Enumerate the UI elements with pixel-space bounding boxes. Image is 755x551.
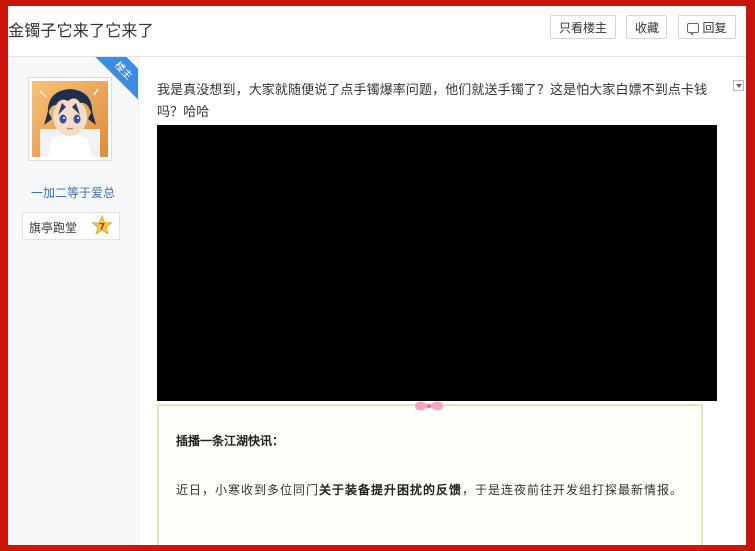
post-header: 金镯子它来了它来了 只看楼主 收藏 回复	[8, 6, 746, 57]
thread-title: 金镯子它来了它来了	[8, 21, 154, 40]
post-frame: 金镯子它来了它来了 只看楼主 收藏 回复 楼主 一加二等于爱总 旗亭跑堂 7 我…	[8, 6, 746, 545]
news-body-suffix: ，于是连夜前往开发组打探最新情报。	[462, 483, 684, 497]
author-rank: 旗亭跑堂 7	[22, 212, 120, 240]
news-body-prefix: 近日，小寒收到多位同门	[176, 483, 320, 497]
rank-title: 旗亭跑堂	[29, 221, 78, 235]
level-number: 7	[99, 223, 105, 233]
collapse-dropdown-icon[interactable]	[733, 80, 744, 91]
reply-button[interactable]: 回复	[678, 15, 736, 39]
reply-label: 回复	[702, 21, 727, 35]
avatar-image	[32, 81, 108, 157]
reply-icon	[687, 23, 700, 36]
level-star-icon: 7	[91, 215, 113, 235]
bow-decoration-icon	[415, 401, 443, 411]
favorite-button[interactable]: 收藏	[626, 15, 667, 39]
author-sidebar: 楼主 一加二等于爱总 旗亭跑堂 7	[8, 57, 139, 545]
only-author-button[interactable]: 只看楼主	[550, 15, 616, 39]
author-username[interactable]: 一加二等于爱总	[8, 184, 138, 201]
avatar[interactable]	[28, 77, 112, 161]
post-body-text: 我是真没想到，大家就随便说了点手镯爆率问题，他们就送手镯了？这是怕大家白嫖不到点…	[157, 83, 708, 120]
author-badge-label: 楼主	[111, 60, 134, 83]
news-body-bold: 关于装备提升困扰的反馈	[319, 483, 463, 497]
news-card: 插播一条江湖快讯： 近日，小寒收到多位同门关于装备提升困扰的反馈，于是连夜前往开…	[157, 401, 703, 545]
news-body: 近日，小寒收到多位同门关于装备提升困扰的反馈，于是连夜前往开发组打探最新情报。	[176, 478, 696, 503]
news-title: 插播一条江湖快讯：	[176, 434, 285, 448]
video-player[interactable]	[157, 125, 717, 401]
